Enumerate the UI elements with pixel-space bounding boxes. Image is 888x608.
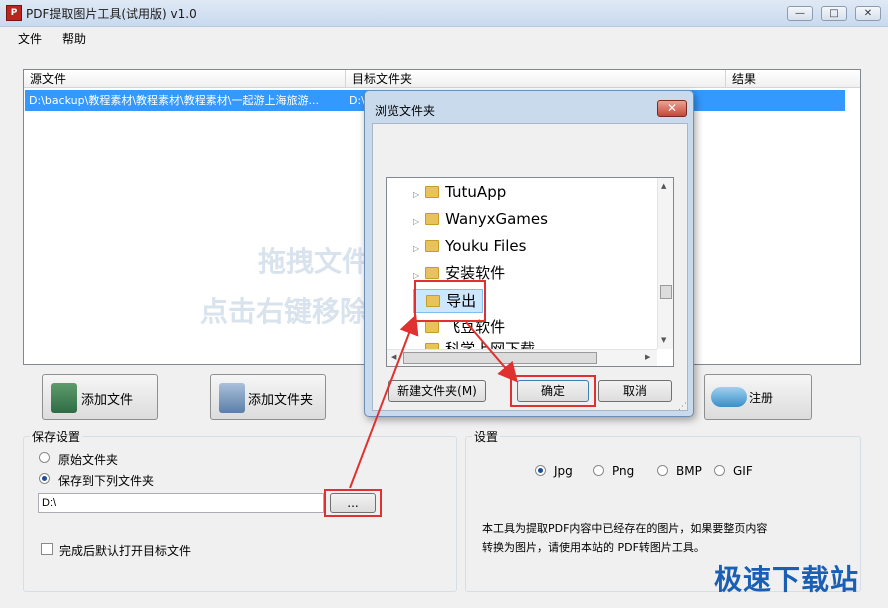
annotation-arrows [349, 314, 518, 489]
arrow-browse-to-export [349, 314, 419, 489]
arrow-export-to-ok [465, 321, 518, 383]
